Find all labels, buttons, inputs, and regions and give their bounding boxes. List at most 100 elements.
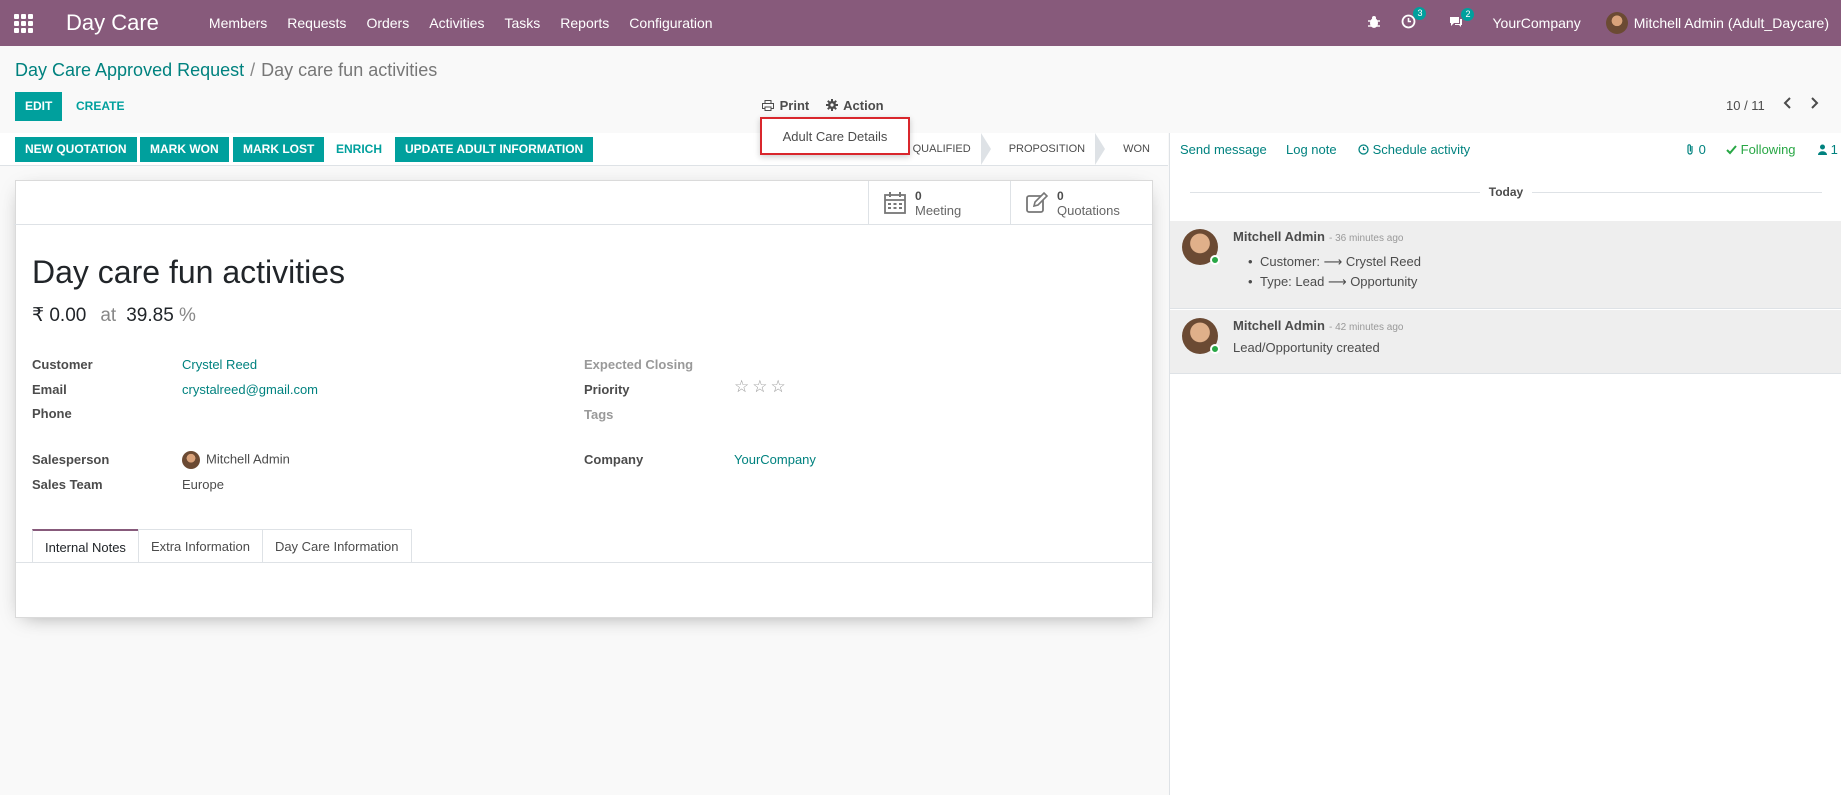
tags-label: Tags [584, 407, 614, 422]
expected-revenue: ₹ 0.00 [32, 305, 87, 326]
menu-item-requests[interactable]: Requests [277, 15, 356, 31]
stage-pipeline: QUALIFIED PROPOSITION WON [893, 133, 1168, 165]
activity-clock-icon[interactable]: 3 [1401, 7, 1427, 32]
priority-label: Priority [584, 382, 630, 397]
paperclip-icon [1687, 144, 1693, 155]
company-switcher[interactable]: YourCompany [1492, 15, 1580, 31]
new-quotation-button[interactable]: NEW QUOTATION [15, 137, 137, 162]
print-button[interactable]: Print [762, 98, 809, 113]
online-status-icon [1210, 344, 1220, 354]
avatar [182, 451, 200, 469]
following-button[interactable]: Following [1726, 142, 1796, 157]
attachments-button[interactable]: 0 [1686, 142, 1706, 157]
email-label: Email [32, 382, 67, 397]
update-adult-information-button[interactable]: UPDATE ADULT INFORMATION [395, 137, 594, 162]
phone-label: Phone [32, 406, 72, 421]
message-time: - 36 minutes ago [1328, 233, 1404, 244]
enrich-button[interactable]: ENRICH [326, 137, 392, 162]
schedule-activity-button[interactable]: Schedule activity [1358, 142, 1470, 157]
pager-value[interactable]: 10 / 11 [1726, 98, 1765, 113]
schedule-activity-label: Schedule activity [1372, 142, 1471, 157]
mark-won-button[interactable]: MARK WON [140, 137, 229, 162]
chatter-panel: Send message Log note Schedule activity … [1169, 133, 1841, 795]
online-status-icon [1210, 255, 1220, 265]
create-button[interactable]: CREATE [76, 92, 124, 121]
user-menu[interactable]: Mitchell Admin (Adult_Daycare) [1605, 12, 1829, 34]
priority-stars[interactable]: ☆☆☆ [734, 377, 789, 397]
author-name[interactable]: Mitchell Admin [1233, 229, 1325, 244]
status-bar: NEW QUOTATION MARK WON MARK LOST ENRICH … [0, 133, 1168, 166]
quotations-smart-button[interactable]: 0 Quotations [1010, 181, 1152, 225]
following-label: Following [1740, 142, 1796, 157]
stage-proposition[interactable]: PROPOSITION [989, 133, 1106, 165]
message-author: Mitchell Admin - 42 minutes ago [1233, 318, 1403, 333]
salesperson-label: Salesperson [32, 452, 110, 467]
message-time: - 42 minutes ago [1328, 322, 1404, 333]
gear-icon [826, 99, 838, 111]
message-count-badge: 2 [1461, 7, 1475, 21]
quotation-count: 0 [1057, 188, 1064, 203]
expected-closing-label: Expected Closing [584, 357, 694, 372]
adult-care-details-menu-item[interactable]: Adult Care Details [783, 129, 888, 144]
pager-previous-icon[interactable] [1782, 96, 1792, 115]
tab-day-care-information[interactable]: Day Care Information [261, 529, 412, 562]
app-name[interactable]: Day Care [66, 10, 159, 36]
print-dropdown-menu: Adult Care Details [760, 117, 910, 155]
tab-internal-notes[interactable]: Internal Notes [32, 529, 139, 562]
action-button[interactable]: Action [826, 98, 884, 113]
log-note-button[interactable]: Log note [1286, 142, 1337, 157]
menu-item-activities[interactable]: Activities [419, 15, 494, 31]
menu-item-orders[interactable]: Orders [356, 15, 419, 31]
followers-button[interactable]: 1 [1818, 142, 1838, 157]
send-message-button[interactable]: Send message [1180, 142, 1267, 157]
top-navbar: Day Care Members Requests Orders Activit… [0, 0, 1841, 46]
mark-lost-button[interactable]: MARK LOST [233, 137, 325, 162]
form-sheet: 0 Meeting 0 Quotations Day care fun acti… [14, 180, 1154, 618]
clock-icon [1358, 144, 1369, 155]
breadcrumb-parent[interactable]: Day Care Approved Request [15, 60, 244, 80]
main-menu: Members Requests Orders Activities Tasks… [199, 15, 723, 31]
tabs-divider [16, 562, 1154, 563]
check-icon [1726, 145, 1737, 155]
company-value[interactable]: YourCompany [734, 452, 816, 467]
at-label: at [100, 305, 117, 326]
breadcrumb: Day Care Approved Request / Day care fun a… [15, 60, 437, 81]
salesperson-name: Mitchell Admin [206, 451, 290, 467]
apps-menu-icon[interactable] [0, 0, 46, 46]
messages-icon[interactable]: 2 [1448, 7, 1475, 32]
tracking-line: Type: Lead ⟶ Opportunity [1248, 274, 1417, 290]
message-author: Mitchell Admin - 36 minutes ago [1233, 229, 1403, 244]
customer-value[interactable]: Crystel Reed [182, 357, 257, 372]
percent-sign: % [179, 305, 196, 326]
menu-item-configuration[interactable]: Configuration [619, 15, 722, 31]
quotation-label: Quotations [1057, 202, 1120, 218]
meeting-count: 0 [915, 188, 922, 203]
sales-team-value: Europe [182, 477, 224, 492]
author-name[interactable]: Mitchell Admin [1233, 318, 1325, 333]
edit-button[interactable]: EDIT [15, 92, 63, 121]
date-separator: Today [1170, 185, 1841, 199]
breadcrumb-current: Day care fun activities [261, 60, 438, 80]
action-label: Action [843, 98, 884, 113]
print-label: Print [779, 98, 810, 113]
meeting-smart-button[interactable]: 0 Meeting [868, 181, 1010, 225]
salesperson-value: Mitchell Admin [182, 451, 290, 469]
pager-next-icon[interactable] [1810, 96, 1820, 115]
activity-count-badge: 3 [1413, 7, 1427, 20]
followers-count: 1 [1830, 142, 1838, 157]
print-icon [762, 100, 774, 111]
menu-item-reports[interactable]: Reports [550, 15, 619, 31]
bug-icon[interactable] [1367, 15, 1381, 32]
company-label: Company [584, 452, 644, 467]
notebook-tabs: Internal Notes Extra Information Day Car… [32, 529, 412, 562]
tab-extra-information[interactable]: Extra Information [137, 529, 263, 562]
email-value[interactable]: crystalreed@gmail.com [182, 382, 318, 397]
user-icon [1818, 144, 1827, 155]
stage-won[interactable]: WON [1103, 133, 1168, 165]
tracking-line: Customer: ⟶ Crystel Reed [1248, 254, 1421, 270]
navbar-right: 3 2 YourCompany Mitchell Admin (Adult_Da… [1357, 0, 1841, 46]
customer-label: Customer [32, 357, 93, 372]
chatter-topbar: Send message Log note Schedule activity … [1170, 133, 1841, 166]
menu-item-tasks[interactable]: Tasks [494, 15, 550, 31]
menu-item-members[interactable]: Members [199, 15, 277, 31]
